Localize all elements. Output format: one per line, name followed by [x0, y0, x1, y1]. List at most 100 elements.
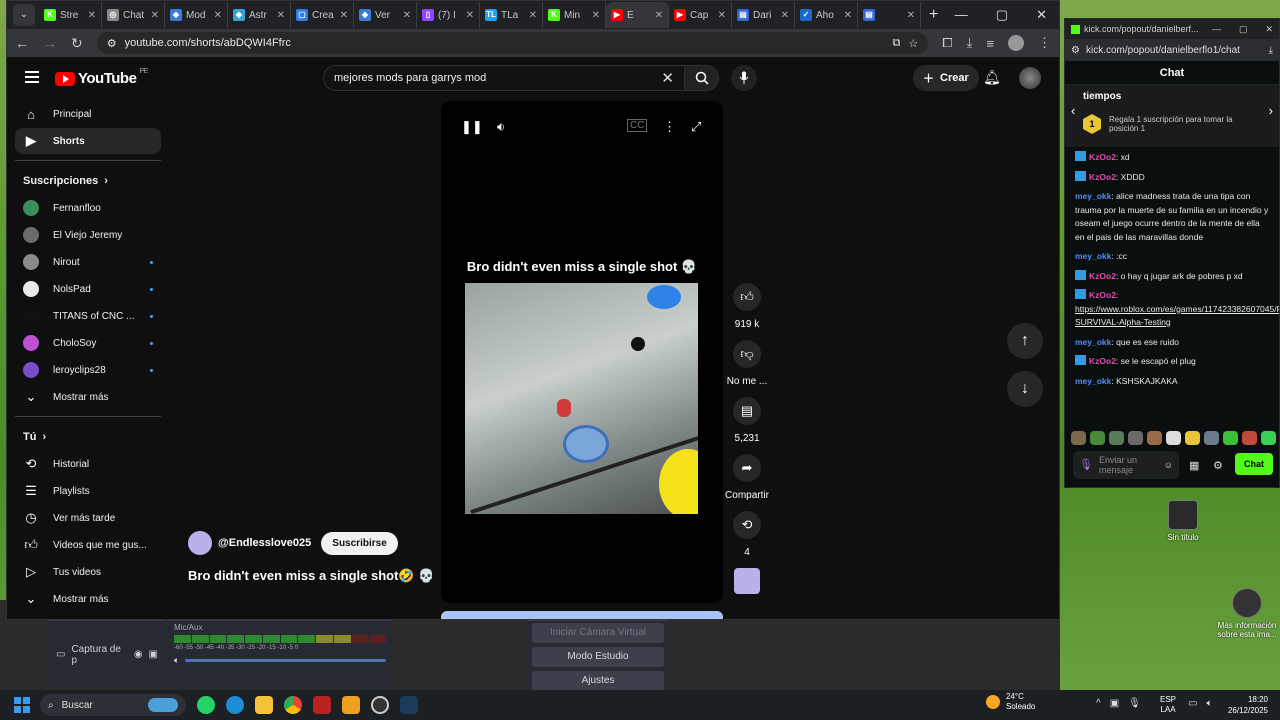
- emote-icon[interactable]: [1147, 431, 1162, 445]
- subscriptions-heading[interactable]: Suscripciones ›: [15, 167, 161, 195]
- tab-close-icon[interactable]: ✕: [466, 10, 474, 21]
- sidebar-item-principal[interactable]: ⌂ Principal: [15, 101, 161, 127]
- browser-tab[interactable]: ▯ (7) I ✕: [417, 2, 480, 28]
- browser-tab[interactable]: ◆ Mod ✕: [165, 2, 228, 28]
- gamepad-icon[interactable]: ▣: [1110, 698, 1119, 709]
- edge-icon[interactable]: [226, 696, 244, 714]
- video-frame[interactable]: [465, 283, 698, 514]
- chat-username[interactable]: KzOo2: [1089, 271, 1116, 281]
- emote-icon[interactable]: [1128, 431, 1143, 445]
- taskbar-clock[interactable]: 18:20 26/12/2025: [1228, 694, 1268, 716]
- captions-icon[interactable]: CC: [627, 119, 648, 132]
- volume-slider[interactable]: [185, 659, 386, 662]
- extensions-icon[interactable]: ⧠: [942, 35, 952, 51]
- chat-username[interactable]: mey_okk: [1075, 376, 1111, 386]
- subscription-item[interactable]: leroyclips28: [15, 357, 161, 383]
- browser-tab[interactable]: ▶ E ✕: [606, 2, 669, 28]
- create-button[interactable]: ＋ Crear: [913, 65, 979, 91]
- next-short-button[interactable]: ↓: [1007, 371, 1043, 407]
- user-avatar[interactable]: [1019, 67, 1041, 89]
- thumbs-up-icon[interactable]: 👍︎: [733, 283, 761, 311]
- chat-message-input[interactable]: 🎙︎ Enviar un mensaje ☺: [1073, 451, 1179, 479]
- previous-short-button[interactable]: ↑: [1007, 323, 1043, 359]
- search-query[interactable]: mejores mods para garrys mod: [334, 72, 661, 84]
- send-chat-button[interactable]: Chat: [1235, 453, 1273, 475]
- emote-icon[interactable]: [1166, 431, 1181, 445]
- emote-icon[interactable]: [1242, 431, 1257, 445]
- emote-icon[interactable]: [1204, 431, 1219, 445]
- youtube-logo[interactable]: YouTube PE: [55, 68, 148, 87]
- channel-handle[interactable]: @Endlesslove025: [218, 537, 311, 549]
- channel-avatar[interactable]: [188, 531, 212, 555]
- browser-tab[interactable]: K Min ✕: [543, 2, 606, 28]
- sidebar-show-more-you[interactable]: ⌄ Mostrar más: [15, 586, 161, 612]
- text-app-icon[interactable]: [342, 696, 360, 714]
- tab-close-icon[interactable]: ✕: [403, 10, 411, 21]
- fullscreen-icon[interactable]: ⤢: [691, 119, 701, 135]
- sidebar-item-you[interactable]: ▷ Tus videos: [15, 559, 161, 585]
- monitor-icon[interactable]: ▭: [1188, 698, 1197, 709]
- emote-icon[interactable]: [1185, 431, 1200, 445]
- voice-search-button[interactable]: [731, 65, 757, 91]
- subscription-item[interactable]: Fernanfloo: [15, 195, 161, 221]
- tab-close-icon[interactable]: ✕: [592, 10, 600, 21]
- virtual-camera-button[interactable]: Iniciar Cámara Virtual: [532, 623, 664, 643]
- tab-close-icon[interactable]: ✕: [340, 10, 348, 21]
- download-icon[interactable]: ⤓: [967, 35, 973, 51]
- comment-icon[interactable]: ▤: [733, 397, 761, 425]
- download-icon[interactable]: ⤓: [1269, 45, 1273, 56]
- subscription-item[interactable]: TITANS of CNC ...: [15, 303, 161, 329]
- notifications-bell-icon[interactable]: 🔔︎: [983, 69, 1001, 86]
- maximize-icon[interactable]: ▢: [996, 7, 1008, 23]
- minimize-icon[interactable]: —: [955, 7, 968, 23]
- chevron-left-icon[interactable]: ‹: [1071, 103, 1075, 118]
- back-icon[interactable]: ←: [15, 35, 29, 51]
- browser-tab[interactable]: ◆ Ver ✕: [354, 2, 417, 28]
- tab-close-icon[interactable]: ✕: [907, 10, 915, 21]
- tab-close-icon[interactable]: ✕: [277, 10, 285, 21]
- thumbs-down-icon[interactable]: 👎︎: [733, 340, 761, 368]
- dislike-action[interactable]: 👎︎ No me ...: [723, 340, 771, 387]
- chat-username[interactable]: KzOo2: [1089, 172, 1116, 182]
- subscribe-button[interactable]: Suscribirse: [321, 531, 398, 555]
- minimize-icon[interactable]: —: [1212, 24, 1221, 35]
- emote-icon[interactable]: [1261, 431, 1276, 445]
- site-info-icon[interactable]: ⚙: [1071, 45, 1080, 56]
- sidebar-item-shorts[interactable]: ▶ Shorts: [15, 128, 161, 154]
- install-app-icon[interactable]: ⧉: [893, 37, 901, 50]
- tab-close-icon[interactable]: ✕: [781, 10, 789, 21]
- browser-tab[interactable]: ◆ Astr ✕: [228, 2, 291, 28]
- new-tab-button[interactable]: +: [929, 6, 938, 24]
- media-control-icon[interactable]: ≡: [986, 36, 994, 51]
- reload-icon[interactable]: ↻: [71, 35, 83, 52]
- whatsapp-icon[interactable]: [197, 696, 215, 714]
- obs-icon[interactable]: [371, 696, 389, 714]
- chat-username[interactable]: mey_okk: [1075, 191, 1111, 201]
- browser-tab[interactable]: ▢ Crea ✕: [291, 2, 354, 28]
- subscription-item[interactable]: El Viejo Jeremy: [15, 222, 161, 248]
- maximize-icon[interactable]: ▢: [1239, 24, 1248, 35]
- emoji-icon[interactable]: ☺: [1164, 460, 1173, 470]
- game-app-icon[interactable]: [313, 696, 331, 714]
- share-action[interactable]: ➦ Compartir: [723, 454, 771, 501]
- url-text[interactable]: youtube.com/shorts/abDQWI4Ffrc: [125, 37, 885, 49]
- tab-close-icon[interactable]: ✕: [88, 10, 96, 21]
- emote-icon[interactable]: [1071, 431, 1086, 445]
- emote-icon[interactable]: [1090, 431, 1105, 445]
- pause-icon[interactable]: ❚❚: [461, 119, 483, 135]
- chrome-icon[interactable]: [284, 696, 302, 714]
- tab-close-icon[interactable]: ✕: [718, 10, 726, 21]
- you-heading[interactable]: Tú ›: [15, 423, 161, 451]
- close-icon[interactable]: ✕: [1265, 24, 1273, 35]
- microphone-icon[interactable]: 🎙︎: [1128, 698, 1141, 709]
- tab-close-icon[interactable]: ✕: [655, 10, 663, 21]
- lock-icon[interactable]: ▣: [149, 649, 158, 660]
- browser-tab[interactable]: ◎ Chat ✕: [102, 2, 165, 28]
- chat-settings-icon[interactable]: ⚙: [1213, 459, 1223, 472]
- hamburger-menu-icon[interactable]: [25, 71, 39, 86]
- chat-username[interactable]: KzOo2: [1089, 290, 1116, 300]
- desktop-icon-sin-titulo[interactable]: Sin título: [1148, 500, 1218, 542]
- chat-username[interactable]: mey_okk: [1075, 251, 1111, 261]
- sidebar-item-you[interactable]: 👍︎ Videos que me gus...: [15, 532, 161, 558]
- search-button[interactable]: [685, 65, 719, 91]
